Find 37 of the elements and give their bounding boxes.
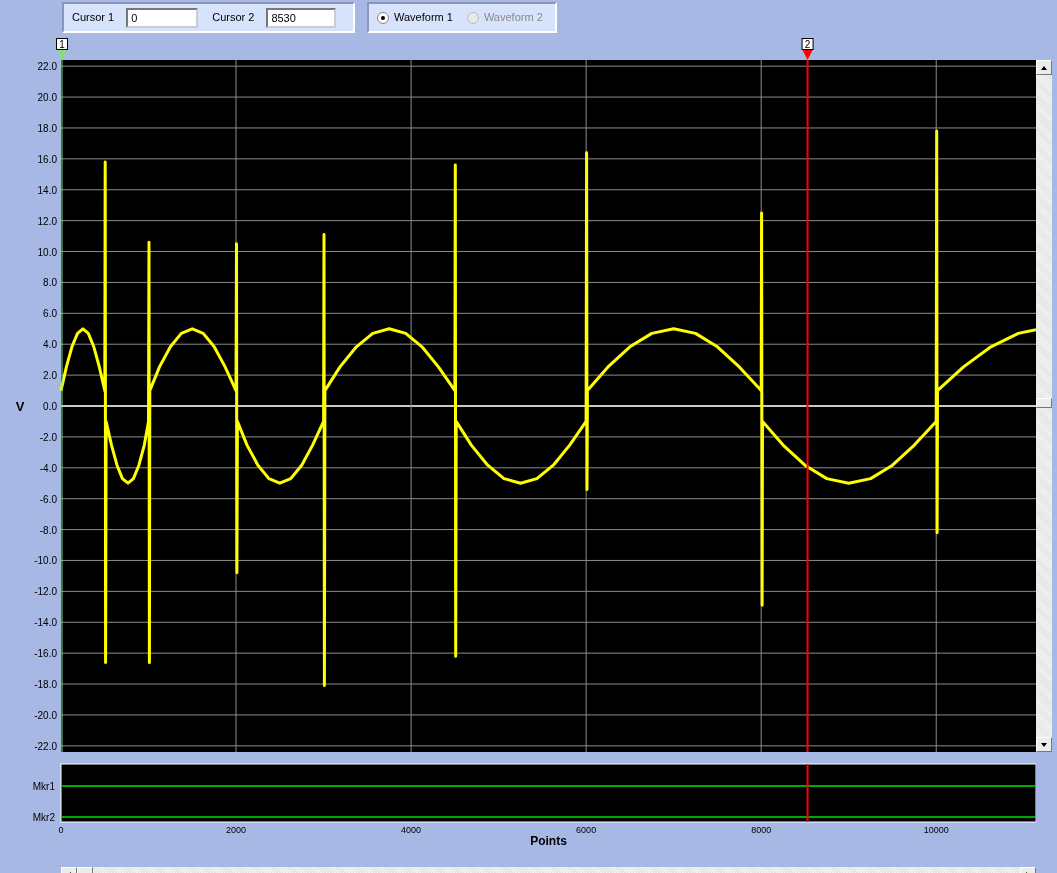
y-tick-label: -18.0 [34, 679, 57, 691]
y-axis-label: V [15, 399, 25, 414]
y-tick-label: 14.0 [37, 184, 57, 196]
y-tick-label: 0.0 [43, 401, 57, 412]
x-tick-label: 10000 [923, 825, 949, 835]
y-tick-label: -10.0 [34, 555, 57, 567]
y-tick-label: 8.0 [43, 277, 57, 289]
x-tick-label: 8000 [751, 825, 772, 835]
cursor-label: Cursor 1 [72, 10, 115, 26]
cursor-label: Cursor 2 [212, 10, 255, 26]
y-tick-label: 10.0 [37, 246, 57, 258]
marker-label: Mkr1 [32, 781, 55, 792]
y-tick-label: -6.0 [39, 493, 57, 505]
cursor-number: 1 [59, 39, 65, 50]
y-tick-label: 18.0 [37, 122, 57, 134]
y-tick-label: -20.0 [34, 709, 57, 721]
cursor-number: 2 [804, 39, 811, 50]
y-tick-label: 2.0 [43, 370, 57, 382]
y-tick-label: 16.0 [37, 153, 57, 165]
y-tick-label: 22.0 [37, 61, 57, 73]
x-tick-label: 6000 [576, 825, 597, 835]
y-tick-label: -22.0 [34, 740, 57, 752]
y-tick-label: -14.0 [34, 617, 57, 629]
x-tick-label: 4000 [401, 825, 422, 835]
x-tick-label: 0 [58, 825, 64, 835]
y-tick-label: 6.0 [43, 308, 57, 320]
y-tick-label: -8.0 [39, 524, 57, 536]
y-tick-label: -4.0 [39, 462, 57, 474]
y-tick-label: -16.0 [34, 648, 57, 660]
y-tick-label: -2.0 [39, 431, 57, 443]
marker-label: Mkr2 [32, 812, 55, 823]
y-tick-label: 12.0 [37, 215, 57, 227]
x-tick-label: 2000 [226, 825, 247, 835]
y-tick-label: 4.0 [43, 339, 57, 351]
x-axis-label: Points [530, 834, 567, 848]
y-tick-label: -12.0 [34, 586, 57, 598]
y-tick-label: 20.0 [37, 92, 57, 104]
